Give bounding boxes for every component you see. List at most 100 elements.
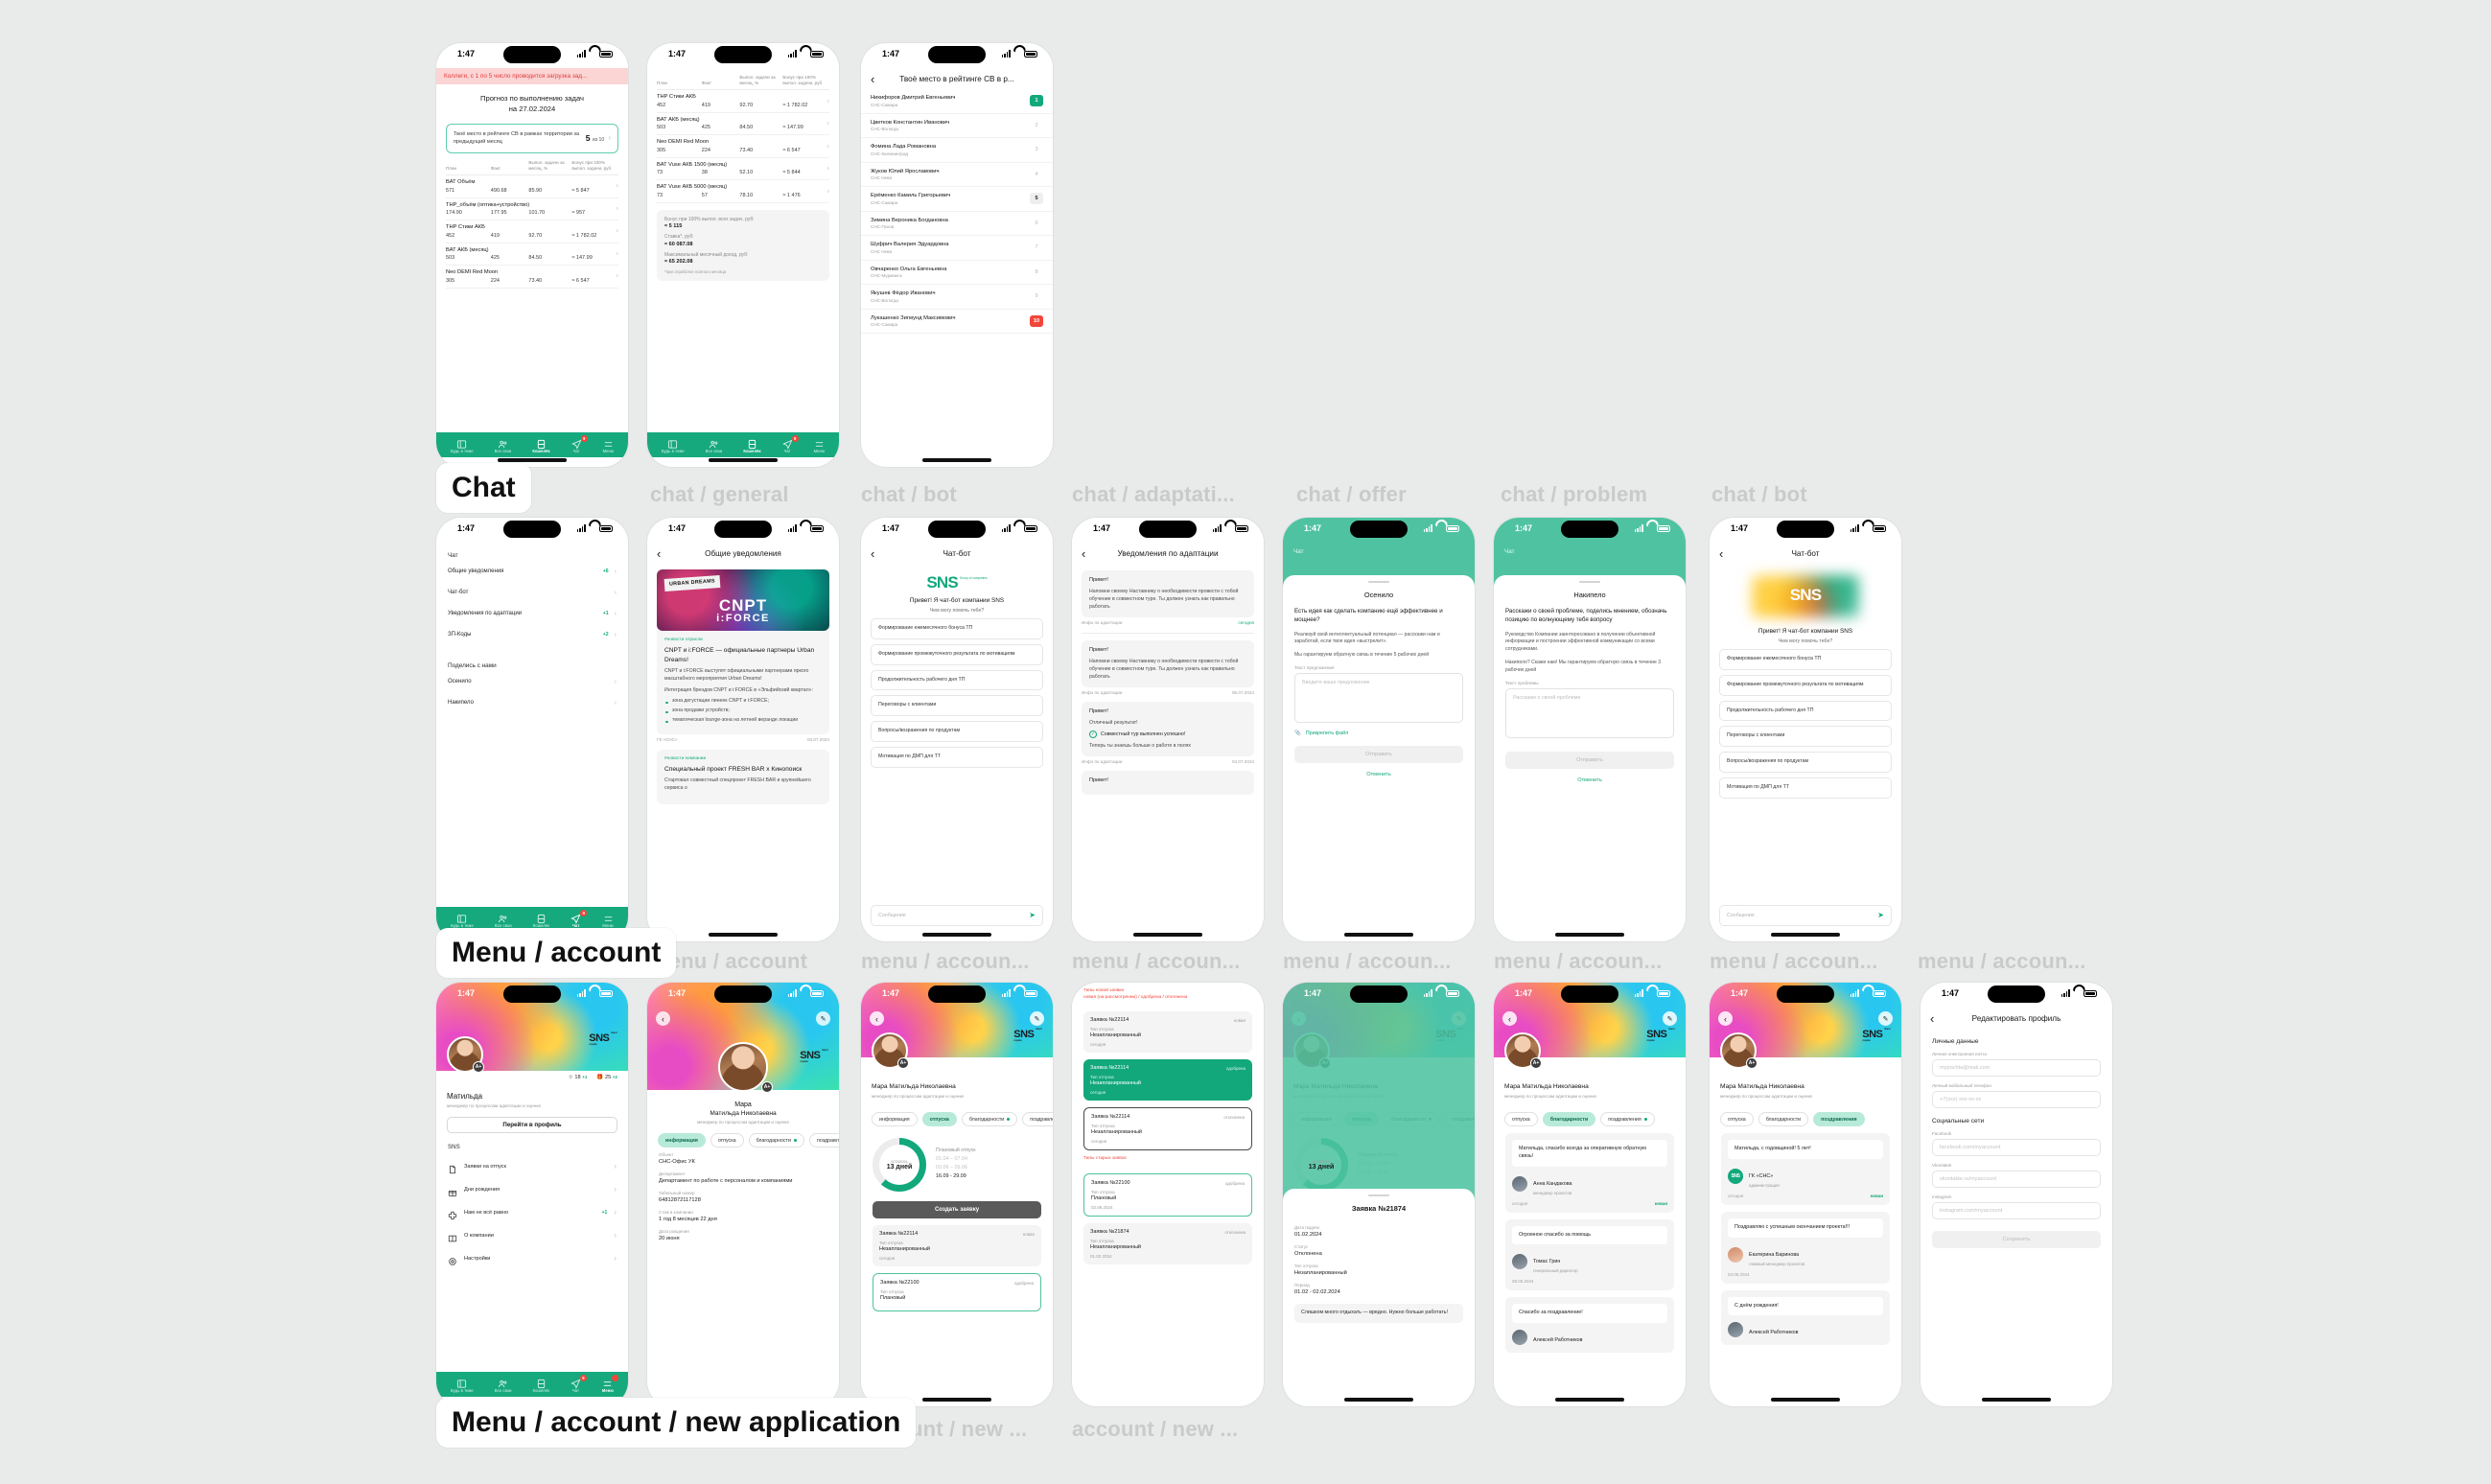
tab-thanks[interactable]: благодарности <box>748 1133 804 1148</box>
facebook-field[interactable]: facebook.com/myaccount <box>1932 1139 2101 1156</box>
cancel-button[interactable]: Отменить <box>1294 772 1463 777</box>
tab-thanks[interactable]: благодарности <box>961 1112 1018 1126</box>
bot-option[interactable]: Вопросы/возражения по продуктам <box>1719 752 1892 773</box>
tab-wallet[interactable]: Кошелёк <box>743 437 761 453</box>
list-item[interactable]: Цветков Константин Иванович СНС-Вологда 2 <box>861 114 1053 138</box>
bot-option[interactable]: Мотивация по ДМП для ТТ <box>1719 777 1892 799</box>
tab-information[interactable]: информация <box>872 1112 918 1126</box>
bot-option[interactable]: Вопросы/возражения по продуктам <box>871 721 1043 742</box>
news-card[interactable]: #новости отрасли CNPT и i:FORCE — официа… <box>657 631 829 734</box>
thanks-card[interactable]: Матильда, спасибо всегда за оперативную … <box>1505 1133 1674 1213</box>
edit-icon[interactable]: ✎ <box>1663 1011 1677 1026</box>
tab-people[interactable]: Все свои <box>495 1377 512 1393</box>
send-button[interactable]: Отправить <box>1294 746 1463 764</box>
list-item[interactable]: Овчаренко Ольга Евгеньевна СНС-Мурманск 8 <box>861 261 1053 285</box>
tab-people[interactable]: Все свои <box>706 437 723 453</box>
tab-vacations[interactable]: отпуска <box>710 1133 744 1148</box>
profile-tabs[interactable]: информация отпуска благодарности поздрав… <box>861 1103 1053 1126</box>
tab-wallet[interactable]: Кошелёк <box>533 1377 549 1393</box>
request-card[interactable]: Заявка №22114 отклонена Тип отпуска Незап… <box>1083 1107 1252 1151</box>
chat-item-bot[interactable]: Чат-бот › <box>436 582 628 603</box>
back-icon[interactable]: ‹ <box>657 547 670 560</box>
tab-congrats[interactable]: поздравления <box>808 1133 839 1148</box>
bot-option[interactable]: Формирование ежемесячного бонуса ТП <box>871 618 1043 639</box>
sheet-grip[interactable] <box>1368 581 1389 583</box>
request-card[interactable]: Заявка №22100 одобрена Тип отпуска Планов… <box>1083 1173 1252 1217</box>
table-row[interactable]: BAT АКБ (месяц) 503 425 84.50 ≈ 147.99 › <box>657 113 829 136</box>
profile-tabs[interactable]: информация отпуска благодарности поздрав… <box>647 1125 839 1148</box>
notification-card[interactable]: Привет! Напомни своему Наставнику о необ… <box>1082 640 1254 688</box>
edit-icon[interactable]: ✎ <box>1030 1011 1044 1026</box>
back-button[interactable]: ‹ <box>1718 1011 1733 1026</box>
edit-icon[interactable]: ✎ <box>816 1011 830 1026</box>
instagram-field[interactable]: instagram.com/myaccount <box>1932 1202 2101 1219</box>
tab-bar[interactable]: Будь в теме Все свои Кошелёк 9 Чат Меню <box>436 432 628 457</box>
tab-bar[interactable]: Будь в теме Все свои Кошелёк 9 Чат Меню <box>436 1372 628 1397</box>
send-button[interactable]: Отправить <box>1505 752 1674 770</box>
thanks-card[interactable]: Спасибо за поздравление! Алексей Работни… <box>1505 1297 1674 1354</box>
request-card[interactable]: Заявка №22114 новая Тип отпуска Незаплани… <box>1083 1011 1252 1054</box>
notification-card[interactable]: Привет! <box>1082 770 1254 795</box>
bot-option[interactable]: Продолжительность рабочего дня ТП <box>871 669 1043 691</box>
tab-wallet[interactable]: Кошелёк <box>533 912 549 928</box>
chat-item-zp-codes[interactable]: ЗП-Коды +2 › <box>436 624 628 645</box>
tab-wallet[interactable]: Кошелёк <box>532 437 550 453</box>
table-row[interactable]: BAT Vuse АКБ 1500 (месяц) 73 38 52.10 ≈ 5 84… <box>657 158 829 181</box>
go-to-profile-button[interactable]: Перейти в профиль <box>447 1117 617 1133</box>
email-field[interactable]: mypochta@mail.com <box>1932 1059 2101 1077</box>
table-row[interactable]: BAT АКБ (месяц) 503 425 84.50 ≈ 147.99 › <box>446 243 618 267</box>
edit-icon[interactable]: ✎ <box>1878 1011 1893 1026</box>
request-card[interactable]: Заявка №21874 отклонена Тип отпуска Незап… <box>1083 1223 1252 1265</box>
tab-chat[interactable]: 9 Чат <box>570 909 588 928</box>
request-card[interactable]: Заявка №22114 одобрена Тип отпуска Незапл… <box>1083 1059 1252 1101</box>
request-card[interactable]: Заявка №22114 новая Тип отпуска Незаплани… <box>873 1225 1041 1266</box>
tab-bar[interactable]: Будь в теме Все свои Кошелёк 9 Чат Меню <box>647 432 839 457</box>
table-row[interactable]: Neo DEMI Red Moon 305 224 73.40 ≈ 6 547 › <box>446 266 618 289</box>
table-row[interactable]: THP_объём (оптика+устройство) 174.90 177.9… <box>446 198 618 221</box>
tab-chat[interactable]: 9 Чат <box>781 434 799 453</box>
profile-tabs[interactable]: отпуска благодарности поздравления <box>1710 1103 1901 1126</box>
tab-people[interactable]: Все свои <box>495 912 512 928</box>
news-card[interactable]: #новости компании Специальный проект FRE… <box>657 749 829 805</box>
bot-option[interactable]: Продолжительность рабочего дня ТП <box>1719 700 1892 722</box>
back-icon[interactable]: ‹ <box>1719 547 1733 560</box>
menu-item-we-care[interactable]: Нам не всё равно +1 › <box>436 1201 628 1224</box>
tab-vacations[interactable]: отпуска <box>921 1112 957 1126</box>
bot-option[interactable]: Формирование промежуточного результата п… <box>871 643 1043 665</box>
tab-menu[interactable]: Меню <box>603 437 614 453</box>
tab-thanks[interactable]: благодарности <box>1542 1112 1596 1126</box>
rank-card[interactable]: Твоё место в рейтинге СВ в рамках террит… <box>446 124 618 153</box>
table-row[interactable]: BAT Vuse АКБ 5000 (месяц) 73 57 78.10 ≈ 1 47… <box>657 180 829 203</box>
send-icon[interactable]: ➤ <box>1877 912 1884 919</box>
vkontakte-field[interactable]: vkontakte.ru/myaccount <box>1932 1171 2101 1188</box>
list-item[interactable]: Шуфрич Валерия Эдуардовна СНС Нева 7 <box>861 236 1053 261</box>
tab-people[interactable]: Все свои <box>495 437 512 453</box>
tab-menu[interactable]: Меню <box>814 437 825 453</box>
tab-congrats[interactable]: поздравления <box>1813 1112 1865 1126</box>
message-input[interactable]: Сообщение ➤ <box>1719 905 1892 926</box>
tab-information[interactable]: информация <box>658 1133 706 1148</box>
profile-tabs[interactable]: отпуска благодарности поздравления <box>1494 1103 1686 1126</box>
bot-option[interactable]: Формирование промежуточного результата п… <box>1719 674 1892 696</box>
list-item[interactable]: Зимина Вероника Богдановна СНС-Псков 6 <box>861 212 1053 236</box>
notification-card[interactable]: Привет! Напомни своему Наставнику о необ… <box>1082 570 1254 618</box>
back-icon[interactable]: ‹ <box>1930 1012 1944 1025</box>
chat-item-problem[interactable]: Накипело › <box>436 692 628 713</box>
tab-congrats[interactable]: поздравления <box>1600 1112 1655 1126</box>
problem-textarea[interactable]: Расскажи о своей проблеме <box>1505 688 1674 739</box>
bot-option[interactable]: Формирование ежемесячного бонуса ТП <box>1719 649 1892 670</box>
sheet-grip[interactable] <box>1579 581 1600 583</box>
phone-field[interactable]: +7(xxx) xxx-xx-xx <box>1932 1091 2101 1108</box>
congrats-card[interactable]: Матильда, с годовщиной! 5 лет! SNS ГК «СН… <box>1721 1133 1890 1205</box>
congrats-card[interactable]: Поздравляю с успешным окончанием проекта… <box>1721 1211 1890 1284</box>
chat-item-adaptation[interactable]: Уведомления по адаптации +1 › <box>436 603 628 624</box>
menu-item-vacation-requests[interactable]: Заявки на отпуск › <box>436 1155 628 1178</box>
back-icon[interactable]: ‹ <box>871 547 884 560</box>
table-row[interactable]: THP Стики АКБ 452 419 92.70 ≈ 1 782.02 › <box>446 220 618 243</box>
back-button[interactable]: ‹ <box>1502 1011 1517 1026</box>
offer-textarea[interactable]: Введите ваше предложение <box>1294 673 1463 724</box>
congrats-card[interactable]: С днём рождения! Алексей Работников <box>1721 1289 1890 1346</box>
tab-news[interactable]: Будь в теме <box>662 437 685 453</box>
tab-chat[interactable]: 9 Чат <box>570 1374 587 1393</box>
chat-item-offer[interactable]: Осенило › <box>436 671 628 692</box>
